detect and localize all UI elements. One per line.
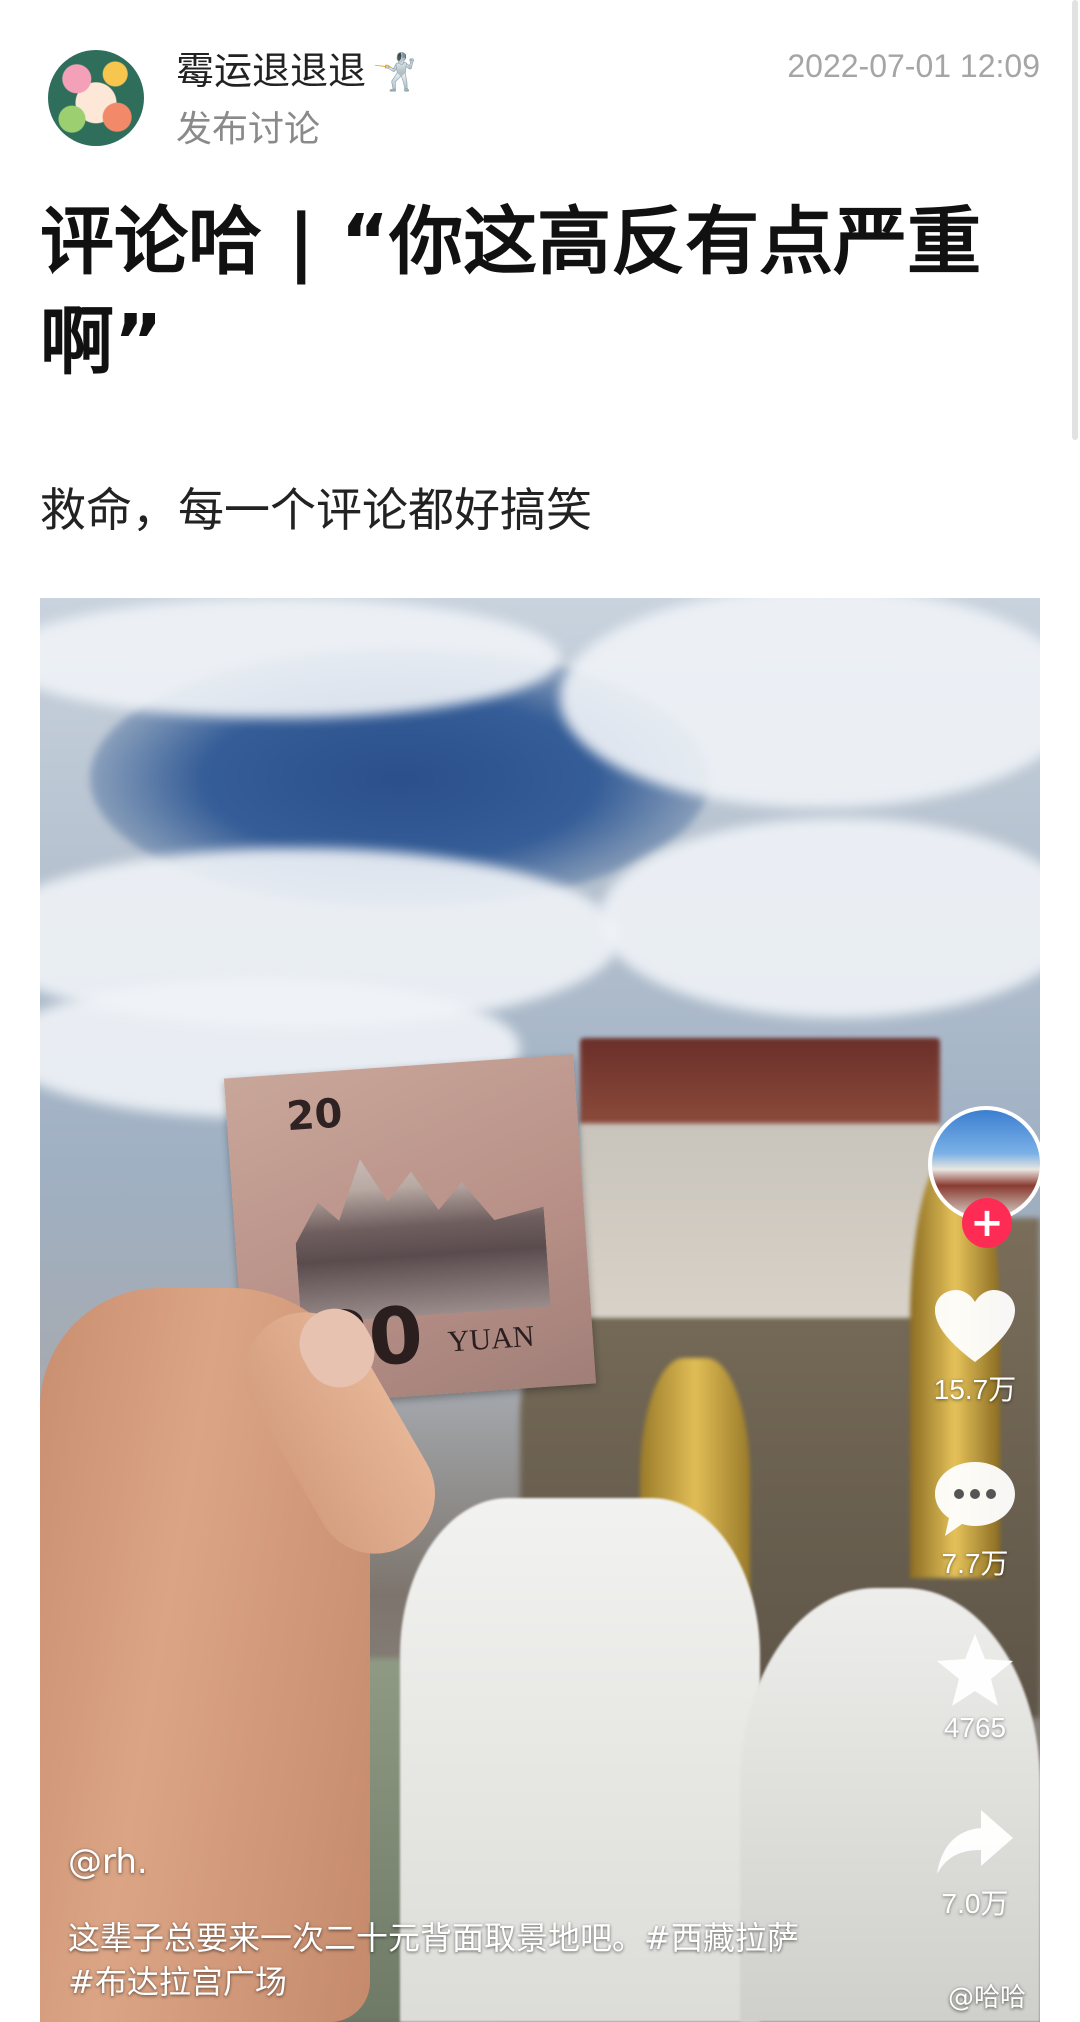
fencer-icon: 🤺 <box>372 52 417 93</box>
heart-icon <box>935 1290 1015 1362</box>
banknote-scene <box>287 1107 550 1324</box>
like-button[interactable]: 15.7万 <box>910 1288 1040 1408</box>
video-embed[interactable]: 20 20 YUAN + 15.7万 7.7万 <box>40 598 1040 2022</box>
user-avatar[interactable] <box>48 50 144 146</box>
comment-icon <box>935 1462 1015 1536</box>
favorite-button[interactable]: 4765 <box>910 1632 1040 1744</box>
favorite-count: 4765 <box>943 1712 1007 1743</box>
comment-count: 7.7万 <box>941 1548 1009 1579</box>
post-title: 评论哈 | “你这高反有点严重啊” <box>40 199 982 385</box>
scrollbar[interactable] <box>1072 0 1078 440</box>
potala-palace <box>580 1038 940 1318</box>
username[interactable]: 霉运退退退 🤺 <box>176 40 417 95</box>
weibo-watermark: @哈哈 <box>947 1983 1026 2013</box>
banknote-denomination: 20 <box>285 1090 344 1141</box>
share-arrow-icon <box>937 1810 1013 1874</box>
post-header: 霉运退退退 🤺 发布讨论 2022-07-01 12:09 <box>0 0 1080 150</box>
share-count: 7.0万 <box>941 1888 1009 1919</box>
post-timestamp: 2022-07-01 12:09 <box>787 48 1040 84</box>
post-action: 发布讨论 <box>176 109 321 150</box>
star-icon <box>937 1634 1013 1706</box>
username-text: 霉运退退退 <box>176 49 367 93</box>
share-button[interactable]: 7.0万 <box>910 1808 1040 1922</box>
follow-button[interactable]: + <box>962 1198 1012 1248</box>
comment-button[interactable]: 7.7万 <box>910 1460 1040 1582</box>
video-sidebar: + 15.7万 7.7万 4765 7.0万 <box>910 598 1040 2022</box>
like-count: 15.7万 <box>933 1374 1017 1405</box>
video-author[interactable]: @rh. <box>68 1842 148 1882</box>
video-description: 这辈子总要来一次二十元背面取景地吧。#西藏拉萨 #布达拉宫广场 <box>68 1919 799 2001</box>
post-body: 救命，每一个评论都好搞笑 <box>40 483 592 537</box>
banknote-currency: YUAN <box>446 1319 536 1359</box>
